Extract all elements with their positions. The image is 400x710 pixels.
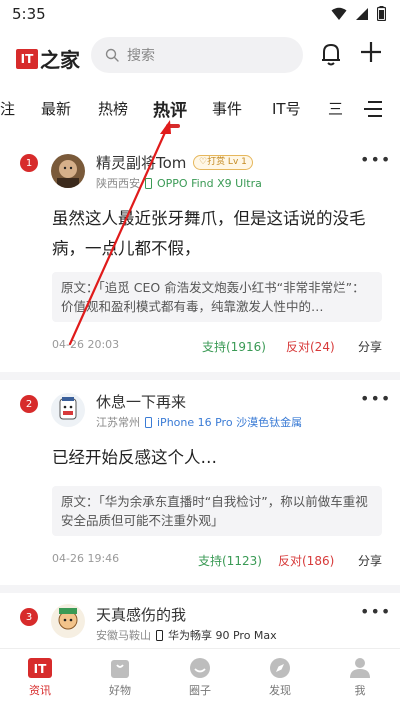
nav-label: 发现 (269, 684, 291, 697)
oppose-button[interactable]: 反对(24) (286, 338, 335, 355)
original-article-quote[interactable]: 原文：「华为余承东直播时“自我检讨”，称以前做车重视安全品质但可能不注重外观」 (52, 486, 382, 536)
share-button[interactable]: 分享 (358, 552, 382, 569)
support-button[interactable]: 支持(1123) (198, 552, 262, 569)
active-tab-indicator (166, 124, 180, 128)
avatar[interactable] (51, 154, 85, 188)
avatar[interactable] (51, 604, 85, 638)
battery-icon (377, 6, 386, 21)
nav-label: 好物 (109, 684, 131, 697)
menu-icon[interactable] (363, 100, 383, 118)
phone-icon (156, 629, 163, 641)
comment-meta: 江苏常州 iPhone 16 Pro 沙漠色钛金属 (96, 414, 302, 430)
tab-it-account[interactable]: IT号 (272, 98, 301, 119)
nav-label: 资讯 (29, 684, 51, 697)
comment-footer: 04-26 20:03 支持(1916) 反对(24) 分享 (52, 338, 382, 358)
tab-events[interactable]: 事件 (212, 98, 242, 119)
nav-goods[interactable]: 好物 (90, 657, 150, 698)
location: 陕西西安 (96, 177, 140, 190)
circle-smile-icon (190, 658, 210, 678)
device-name[interactable]: OPPO Find X9 Ultra (157, 177, 262, 190)
original-article-quote[interactable]: 原文：「追觅 CEO 俞浩发文炮轰小红书“非常非常烂”：价值观和盈利模式都有毒，… (52, 272, 382, 322)
status-time: 5:35 (12, 5, 46, 23)
reward-badge: ♡打赏 Lv 1 (193, 155, 253, 170)
comment-text: 虽然这人最近张牙舞爪，但是这话说的没毛病，一点儿都不假， (52, 209, 366, 258)
category-tabs: 注 最新 热榜 热评 事件 IT号 三 (0, 90, 400, 130)
username[interactable]: 天真感伤的我 (96, 604, 186, 625)
status-icons (331, 6, 386, 21)
wifi-icon (331, 7, 347, 20)
person-icon (350, 658, 370, 678)
search-placeholder: 搜索 (127, 48, 155, 64)
avatar[interactable] (51, 393, 85, 427)
oppose-button[interactable]: 反对(186) (278, 552, 334, 569)
status-bar: 5:35 (0, 0, 400, 30)
nav-circle[interactable]: 圈子 (170, 657, 230, 698)
bottom-nav: IT 资讯 好物 圈子 发现 我 (0, 648, 400, 710)
search-bar[interactable]: 搜索 (91, 37, 303, 73)
screen: 5:35 IT 之家 搜索 注 最新 热榜 热评 事件 IT号 三 1 精灵副将… (0, 0, 400, 710)
shopping-bag-icon (111, 660, 129, 678)
location: 江苏常州 (96, 416, 140, 429)
logo-box: IT (16, 48, 38, 69)
svg-text:IT: IT (34, 662, 47, 676)
tab-hot-comments[interactable]: 热评 (153, 96, 187, 121)
logo-text: 之家 (40, 48, 80, 72)
tab-hot-list[interactable]: 热榜 (98, 98, 128, 119)
it-home-icon: IT (28, 658, 52, 678)
username[interactable]: 精灵副将Tom (96, 152, 186, 173)
rank-badge: 3 (20, 608, 38, 626)
signal-icon (356, 7, 368, 20)
nav-me[interactable]: 我 (330, 657, 390, 698)
bell-icon[interactable] (320, 42, 342, 66)
search-icon (105, 48, 119, 62)
location: 安徽马鞍山 (96, 629, 151, 642)
comment-text: 已经开始反感这个人… (52, 448, 217, 467)
nav-label: 我 (354, 684, 366, 697)
app-logo: IT 之家 (16, 44, 80, 73)
rank-badge: 2 (20, 395, 38, 413)
nav-discover[interactable]: 发现 (250, 657, 310, 698)
comment-date: 04-26 20:03 (52, 338, 120, 351)
share-button[interactable]: 分享 (358, 338, 382, 355)
device-name[interactable]: iPhone 16 Pro 沙漠色钛金属 (157, 414, 302, 430)
more-icon[interactable]: ••• (360, 602, 391, 621)
app-header: IT 之家 搜索 (0, 30, 400, 80)
tab-latest[interactable]: 最新 (41, 98, 71, 119)
support-button[interactable]: 支持(1916) (202, 338, 266, 355)
tab-partial[interactable]: 三 (328, 98, 343, 119)
phone-icon (145, 416, 152, 428)
compass-icon (270, 658, 290, 678)
comment-footer: 04-26 19:46 支持(1123) 反对(186) 分享 (52, 552, 382, 572)
comment-meta: 安徽马鞍山 华为畅享 90 Pro Max (96, 627, 277, 643)
more-icon[interactable]: ••• (360, 150, 391, 169)
divider (0, 372, 400, 380)
phone-icon (145, 177, 152, 189)
nav-label: 圈子 (189, 684, 211, 697)
more-icon[interactable]: ••• (360, 389, 391, 408)
device-name[interactable]: 华为畅享 90 Pro Max (168, 627, 277, 643)
comment-date: 04-26 19:46 (52, 552, 120, 565)
username[interactable]: 休息一下再来 (96, 391, 186, 412)
divider (0, 585, 400, 593)
plus-icon[interactable] (359, 40, 383, 64)
tab-follow[interactable]: 注 (0, 98, 15, 119)
rank-badge: 1 (20, 154, 38, 172)
nav-news[interactable]: IT 资讯 (10, 657, 70, 698)
comment-meta: 陕西西安 OPPO Find X9 Ultra (96, 175, 262, 191)
